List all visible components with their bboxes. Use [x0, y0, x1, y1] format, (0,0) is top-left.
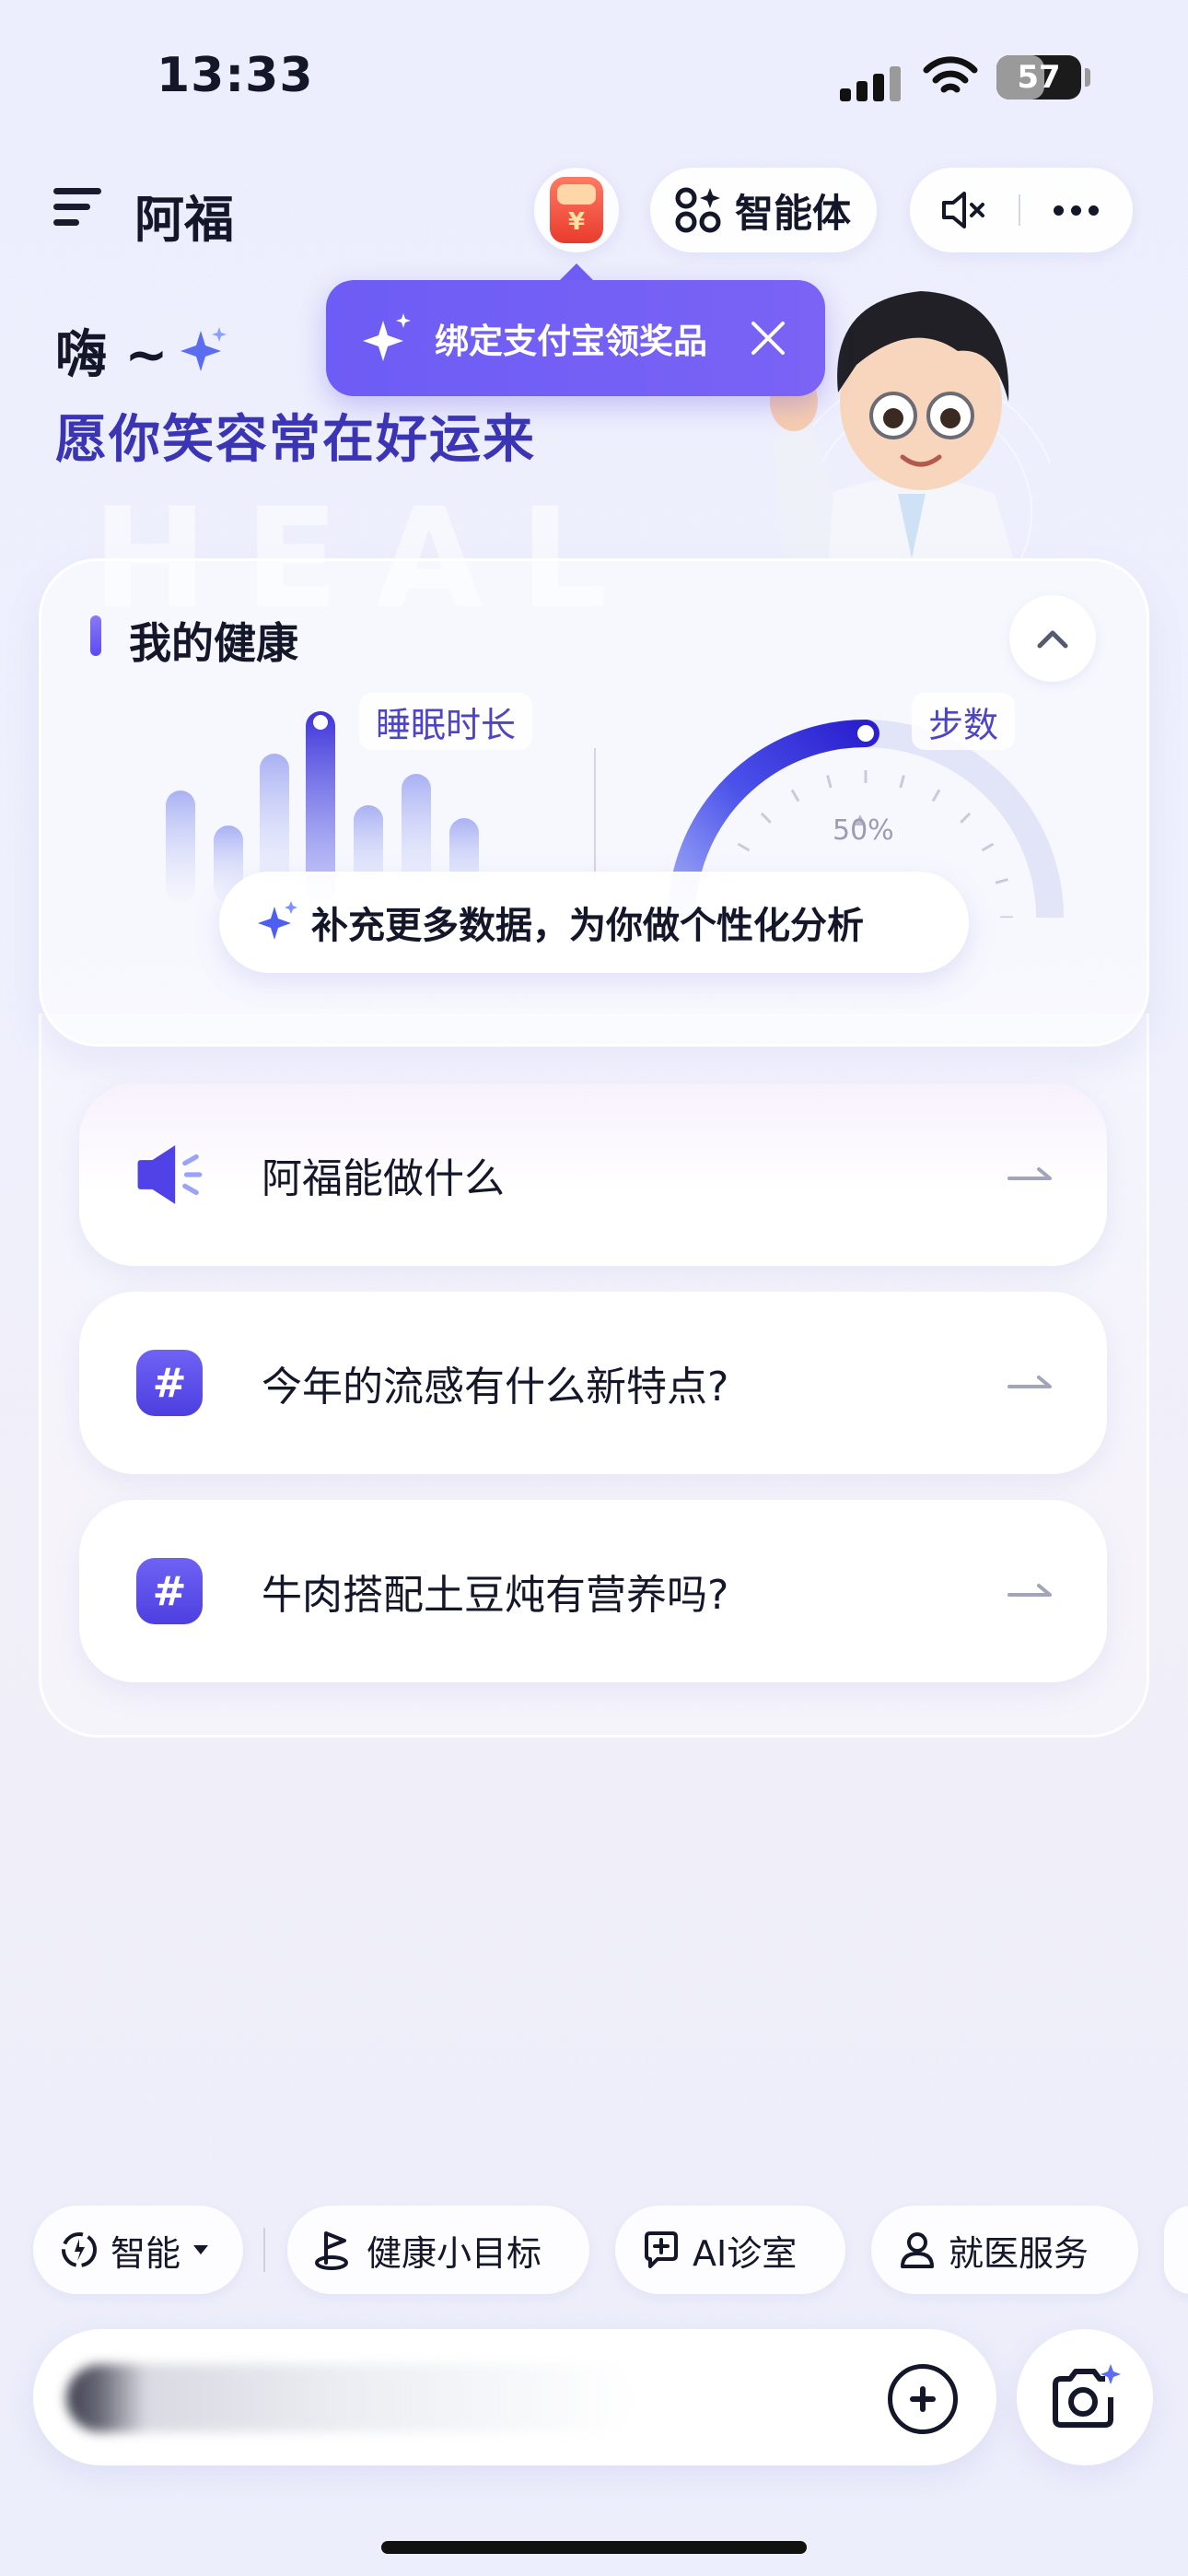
- bind-alipay-tooltip[interactable]: 绑定支付宝领奖品: [326, 280, 825, 396]
- home-indicator: [381, 2541, 807, 2554]
- agent-label: 智能体: [735, 190, 852, 236]
- chip-more[interactable]: [1164, 2206, 1188, 2294]
- smart-mode-icon: [62, 2232, 97, 2267]
- chip-ai-clinic-label: AI诊室: [693, 2232, 798, 2274]
- gauge-tick: [995, 878, 1008, 884]
- speaker-mute-icon: [942, 192, 984, 228]
- mute-button[interactable]: [910, 168, 1019, 252]
- gauge-tick: [760, 812, 772, 824]
- red-packet-button[interactable]: [534, 168, 619, 252]
- sleep-label: 睡眠时长: [359, 693, 533, 750]
- plus-icon[interactable]: [888, 2364, 958, 2434]
- chip-ai-clinic[interactable]: AI诊室: [615, 2206, 845, 2294]
- sleep-bar: [166, 790, 195, 903]
- chevron-up-icon: [1037, 630, 1068, 649]
- gauge-tick: [826, 775, 833, 789]
- chip-health-goal[interactable]: 健康小目标: [287, 2206, 589, 2294]
- suggestion-text: 阿福能做什么: [262, 1155, 505, 1202]
- arrow-right-icon: [1007, 1584, 1052, 1597]
- steps-label: 步数: [912, 693, 1016, 750]
- mode-label: 智能: [111, 2232, 181, 2274]
- chip-health-goal-label: 健康小目标: [367, 2232, 542, 2274]
- cellular-signal-icon: [840, 59, 906, 101]
- collapse-button[interactable]: [1009, 595, 1096, 682]
- suggestion-text: 今年的流感有什么新特点?: [262, 1364, 729, 1411]
- arrow-right-icon: [1007, 1167, 1052, 1180]
- tooltip-text: 绑定支付宝领奖品: [435, 322, 707, 361]
- hash-icon: #: [136, 1558, 203, 1624]
- wifi-icon: [923, 56, 978, 93]
- doctor-icon: [901, 2232, 934, 2268]
- battery-percent: 57: [1017, 59, 1061, 96]
- agent-button[interactable]: 智能体: [650, 168, 877, 252]
- chip-divider: [263, 2228, 265, 2272]
- gauge-tick: [931, 789, 941, 802]
- battery-icon: 57: [996, 55, 1081, 100]
- input-placeholder-blurred: [66, 2364, 637, 2432]
- chip-medical-service-label: 就医服务: [949, 2232, 1089, 2274]
- battery-tip: [1085, 68, 1090, 87]
- chat-plus-icon: [645, 2231, 678, 2268]
- gauge-tick: [981, 842, 995, 852]
- hash-icon: #: [136, 1350, 203, 1416]
- camera-button[interactable]: [1017, 2329, 1153, 2465]
- add-data-text: 补充更多数据，为你做个性化分析: [311, 905, 864, 947]
- suggestion-card[interactable]: 阿福能做什么: [79, 1083, 1107, 1266]
- speaker-icon: [134, 1140, 204, 1210]
- suggestion-text: 牛肉搭配土豆炖有营养吗?: [262, 1572, 729, 1619]
- sparkle-icon: [181, 326, 227, 371]
- add-data-prompt[interactable]: 补充更多数据，为你做个性化分析: [219, 872, 969, 973]
- suggestion-card[interactable]: # 牛肉搭配土豆炖有营养吗?: [79, 1500, 1107, 1682]
- greeting-hi-text: 嗨 ~: [55, 325, 169, 385]
- mode-selector[interactable]: 智能: [33, 2206, 243, 2294]
- sparkle-icon: [363, 313, 411, 361]
- greeting-hi: 嗨 ~: [55, 313, 228, 388]
- chip-medical-service[interactable]: 就医服务: [871, 2206, 1138, 2294]
- gauge-percent: 50%: [833, 814, 894, 847]
- gauge-tick: [960, 812, 972, 824]
- gauge-tick: [790, 789, 800, 802]
- sparkle-icon: [258, 901, 297, 940]
- gauge-tick: [737, 842, 751, 852]
- greeting-line: 愿你笑容常在好运来: [55, 410, 536, 470]
- suggestion-card[interactable]: # 今年的流感有什么新特点?: [79, 1292, 1107, 1474]
- agent-grid-icon: [675, 187, 721, 233]
- chart-divider: [594, 748, 596, 886]
- gauge-tick: [899, 775, 905, 789]
- header-actions: [910, 168, 1133, 252]
- status-time: 13:33: [157, 48, 314, 103]
- flag-target-icon: [315, 2231, 348, 2270]
- section-marker: [90, 615, 101, 656]
- sleep-bar-dot: [313, 715, 328, 730]
- more-options-icon[interactable]: [1020, 168, 1131, 252]
- menu-icon[interactable]: [53, 188, 101, 230]
- health-title: 我的健康: [129, 618, 298, 668]
- close-icon[interactable]: [750, 320, 786, 357]
- red-packet-icon: [550, 177, 603, 243]
- camera-icon: [1053, 2364, 1121, 2428]
- app-title: 阿福: [134, 191, 234, 249]
- arrow-right-icon: [1007, 1376, 1052, 1388]
- caret-down-icon: [193, 2245, 209, 2254]
- steps-gauge-knob: [857, 725, 874, 742]
